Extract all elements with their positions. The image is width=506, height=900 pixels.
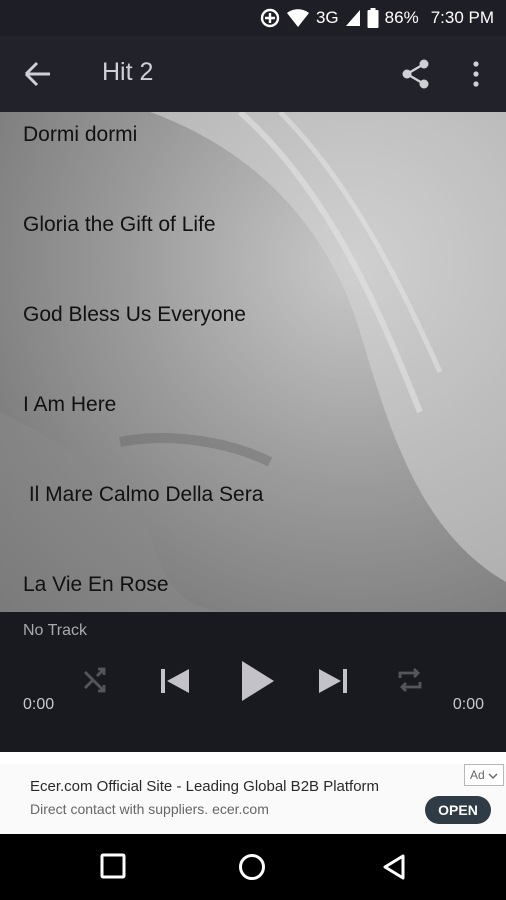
- recents-square-icon[interactable]: [100, 853, 126, 879]
- wifi-icon: [286, 8, 310, 28]
- page-title: Hit 2: [102, 58, 154, 86]
- app-bar: Hit 2: [0, 36, 506, 112]
- track-item[interactable]: Il Mare Calmo Della Sera: [0, 450, 506, 540]
- player-panel: No Track 0:00 0:00: [0, 612, 506, 752]
- back-triangle-icon[interactable]: [381, 853, 407, 881]
- now-playing-label: No Track: [23, 622, 88, 639]
- duration-time: 0:00: [452, 696, 484, 713]
- track-item[interactable]: God Bless Us Everyone: [0, 270, 506, 360]
- ad-banner[interactable]: Ecer.com Official Site - Leading Global …: [0, 752, 506, 834]
- back-arrow-icon[interactable]: [22, 60, 54, 88]
- battery-icon: [367, 8, 379, 28]
- play-icon[interactable]: [238, 658, 276, 709]
- ad-subtext: Direct contact with suppliers. ecer.com: [30, 801, 269, 817]
- system-nav-bar: [0, 834, 506, 900]
- skip-next-icon[interactable]: [316, 666, 350, 701]
- track-item[interactable]: Dormi dormi: [0, 112, 506, 180]
- track-item[interactable]: I Am Here: [0, 360, 506, 450]
- chevron-down-icon: [488, 773, 498, 779]
- home-circle-icon[interactable]: [238, 853, 266, 881]
- skip-previous-icon[interactable]: [158, 666, 192, 701]
- ad-card[interactable]: Ecer.com Official Site - Leading Global …: [0, 764, 506, 834]
- ad-open-button[interactable]: OPEN: [425, 796, 491, 824]
- ad-tag-label: Ad: [470, 768, 485, 782]
- clock: 7:30 PM: [430, 8, 494, 27]
- track-item[interactable]: La Vie En Rose: [0, 540, 506, 612]
- elapsed-time: 0:00: [23, 696, 55, 713]
- repeat-icon[interactable]: [396, 666, 424, 699]
- track-list: Dormi dormi Gloria the Gift of Life God …: [0, 112, 506, 612]
- network-type: 3G: [315, 8, 339, 27]
- status-bar: 3G 86% 7:30 PM: [0, 0, 506, 36]
- signal-icon: [345, 9, 361, 27]
- track-item[interactable]: Gloria the Gift of Life: [0, 180, 506, 270]
- share-icon[interactable]: [400, 58, 432, 90]
- track-list-area[interactable]: Dormi dormi Gloria the Gift of Life God …: [0, 112, 506, 612]
- battery-percent: 86%: [384, 8, 419, 27]
- ad-choices-tag[interactable]: Ad: [464, 764, 504, 786]
- shuffle-icon[interactable]: [82, 666, 110, 699]
- more-vert-icon[interactable]: [466, 58, 486, 90]
- ad-headline[interactable]: Ecer.com Official Site - Leading Global …: [30, 778, 379, 795]
- data-saver-icon: [260, 8, 280, 28]
